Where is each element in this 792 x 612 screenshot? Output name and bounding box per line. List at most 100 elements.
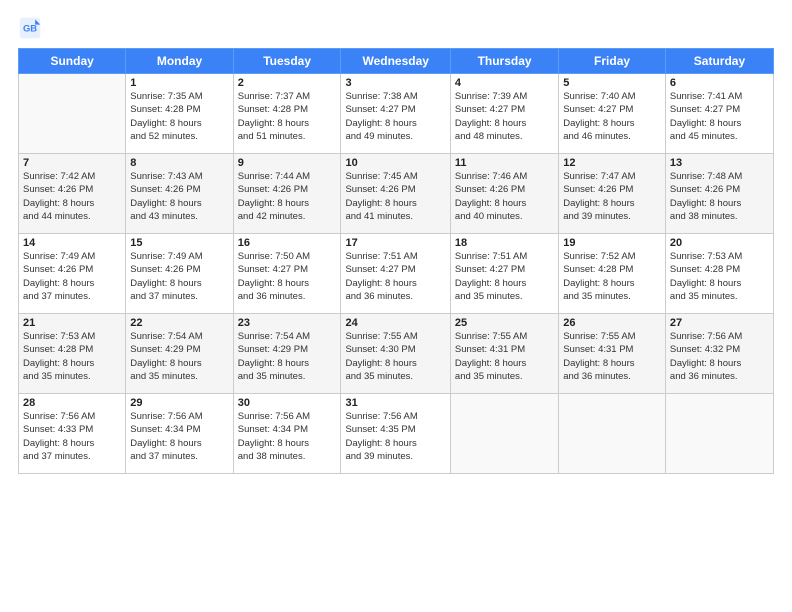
day-info: Sunrise: 7:54 AMSunset: 4:29 PMDaylight:… <box>238 330 337 383</box>
calendar-cell: 13Sunrise: 7:48 AMSunset: 4:26 PMDayligh… <box>665 154 773 234</box>
calendar-cell: 12Sunrise: 7:47 AMSunset: 4:26 PMDayligh… <box>559 154 666 234</box>
day-number: 4 <box>455 77 554 89</box>
calendar-cell: 23Sunrise: 7:54 AMSunset: 4:29 PMDayligh… <box>233 314 341 394</box>
calendar-cell <box>559 394 666 474</box>
day-number: 16 <box>238 237 337 249</box>
day-info: Sunrise: 7:46 AMSunset: 4:26 PMDaylight:… <box>455 170 554 223</box>
day-info: Sunrise: 7:55 AMSunset: 4:31 PMDaylight:… <box>563 330 661 383</box>
calendar-cell: 7Sunrise: 7:42 AMSunset: 4:26 PMDaylight… <box>19 154 126 234</box>
week-row-5: 28Sunrise: 7:56 AMSunset: 4:33 PMDayligh… <box>19 394 774 474</box>
day-number: 24 <box>345 317 445 329</box>
calendar-cell: 4Sunrise: 7:39 AMSunset: 4:27 PMDaylight… <box>450 74 558 154</box>
week-row-4: 21Sunrise: 7:53 AMSunset: 4:28 PMDayligh… <box>19 314 774 394</box>
calendar-cell: 29Sunrise: 7:56 AMSunset: 4:34 PMDayligh… <box>126 394 233 474</box>
calendar-cell: 5Sunrise: 7:40 AMSunset: 4:27 PMDaylight… <box>559 74 666 154</box>
calendar-cell: 22Sunrise: 7:54 AMSunset: 4:29 PMDayligh… <box>126 314 233 394</box>
day-info: Sunrise: 7:42 AMSunset: 4:26 PMDaylight:… <box>23 170 121 223</box>
day-number: 18 <box>455 237 554 249</box>
day-info: Sunrise: 7:44 AMSunset: 4:26 PMDaylight:… <box>238 170 337 223</box>
calendar-table: SundayMondayTuesdayWednesdayThursdayFrid… <box>18 48 774 474</box>
day-info: Sunrise: 7:51 AMSunset: 4:27 PMDaylight:… <box>455 250 554 303</box>
day-info: Sunrise: 7:39 AMSunset: 4:27 PMDaylight:… <box>455 90 554 143</box>
day-info: Sunrise: 7:35 AMSunset: 4:28 PMDaylight:… <box>130 90 228 143</box>
day-number: 23 <box>238 317 337 329</box>
day-number: 2 <box>238 77 337 89</box>
calendar-cell: 25Sunrise: 7:55 AMSunset: 4:31 PMDayligh… <box>450 314 558 394</box>
weekday-header-monday: Monday <box>126 49 233 74</box>
logo: GB <box>18 16 46 40</box>
calendar-page: GB SundayMondayTuesdayWednesdayThursdayF… <box>0 0 792 612</box>
calendar-cell: 8Sunrise: 7:43 AMSunset: 4:26 PMDaylight… <box>126 154 233 234</box>
day-number: 29 <box>130 397 228 409</box>
calendar-cell: 3Sunrise: 7:38 AMSunset: 4:27 PMDaylight… <box>341 74 450 154</box>
calendar-cell: 28Sunrise: 7:56 AMSunset: 4:33 PMDayligh… <box>19 394 126 474</box>
day-info: Sunrise: 7:56 AMSunset: 4:34 PMDaylight:… <box>238 410 337 463</box>
logo-icon: GB <box>18 16 42 40</box>
weekday-header-saturday: Saturday <box>665 49 773 74</box>
calendar-cell: 1Sunrise: 7:35 AMSunset: 4:28 PMDaylight… <box>126 74 233 154</box>
day-info: Sunrise: 7:38 AMSunset: 4:27 PMDaylight:… <box>345 90 445 143</box>
day-number: 10 <box>345 157 445 169</box>
calendar-cell: 15Sunrise: 7:49 AMSunset: 4:26 PMDayligh… <box>126 234 233 314</box>
day-info: Sunrise: 7:47 AMSunset: 4:26 PMDaylight:… <box>563 170 661 223</box>
day-number: 19 <box>563 237 661 249</box>
calendar-cell: 31Sunrise: 7:56 AMSunset: 4:35 PMDayligh… <box>341 394 450 474</box>
calendar-cell: 26Sunrise: 7:55 AMSunset: 4:31 PMDayligh… <box>559 314 666 394</box>
day-number: 3 <box>345 77 445 89</box>
calendar-cell: 19Sunrise: 7:52 AMSunset: 4:28 PMDayligh… <box>559 234 666 314</box>
day-number: 28 <box>23 397 121 409</box>
week-row-3: 14Sunrise: 7:49 AMSunset: 4:26 PMDayligh… <box>19 234 774 314</box>
calendar-cell: 18Sunrise: 7:51 AMSunset: 4:27 PMDayligh… <box>450 234 558 314</box>
day-info: Sunrise: 7:43 AMSunset: 4:26 PMDaylight:… <box>130 170 228 223</box>
day-number: 6 <box>670 77 769 89</box>
day-number: 31 <box>345 397 445 409</box>
day-info: Sunrise: 7:56 AMSunset: 4:32 PMDaylight:… <box>670 330 769 383</box>
week-row-1: 1Sunrise: 7:35 AMSunset: 4:28 PMDaylight… <box>19 74 774 154</box>
day-info: Sunrise: 7:45 AMSunset: 4:26 PMDaylight:… <box>345 170 445 223</box>
calendar-cell: 16Sunrise: 7:50 AMSunset: 4:27 PMDayligh… <box>233 234 341 314</box>
day-number: 30 <box>238 397 337 409</box>
calendar-cell: 27Sunrise: 7:56 AMSunset: 4:32 PMDayligh… <box>665 314 773 394</box>
day-info: Sunrise: 7:49 AMSunset: 4:26 PMDaylight:… <box>23 250 121 303</box>
day-info: Sunrise: 7:41 AMSunset: 4:27 PMDaylight:… <box>670 90 769 143</box>
day-info: Sunrise: 7:55 AMSunset: 4:30 PMDaylight:… <box>345 330 445 383</box>
calendar-cell: 6Sunrise: 7:41 AMSunset: 4:27 PMDaylight… <box>665 74 773 154</box>
day-number: 26 <box>563 317 661 329</box>
weekday-header-tuesday: Tuesday <box>233 49 341 74</box>
calendar-cell: 24Sunrise: 7:55 AMSunset: 4:30 PMDayligh… <box>341 314 450 394</box>
weekday-header-sunday: Sunday <box>19 49 126 74</box>
weekday-header-friday: Friday <box>559 49 666 74</box>
calendar-cell <box>19 74 126 154</box>
day-number: 25 <box>455 317 554 329</box>
day-info: Sunrise: 7:49 AMSunset: 4:26 PMDaylight:… <box>130 250 228 303</box>
calendar-cell: 30Sunrise: 7:56 AMSunset: 4:34 PMDayligh… <box>233 394 341 474</box>
calendar-cell: 11Sunrise: 7:46 AMSunset: 4:26 PMDayligh… <box>450 154 558 234</box>
day-info: Sunrise: 7:50 AMSunset: 4:27 PMDaylight:… <box>238 250 337 303</box>
calendar-cell: 14Sunrise: 7:49 AMSunset: 4:26 PMDayligh… <box>19 234 126 314</box>
day-number: 22 <box>130 317 228 329</box>
calendar-cell <box>665 394 773 474</box>
week-row-2: 7Sunrise: 7:42 AMSunset: 4:26 PMDaylight… <box>19 154 774 234</box>
day-number: 11 <box>455 157 554 169</box>
day-info: Sunrise: 7:52 AMSunset: 4:28 PMDaylight:… <box>563 250 661 303</box>
calendar-cell: 2Sunrise: 7:37 AMSunset: 4:28 PMDaylight… <box>233 74 341 154</box>
day-number: 1 <box>130 77 228 89</box>
day-info: Sunrise: 7:51 AMSunset: 4:27 PMDaylight:… <box>345 250 445 303</box>
day-number: 27 <box>670 317 769 329</box>
day-number: 8 <box>130 157 228 169</box>
calendar-cell: 9Sunrise: 7:44 AMSunset: 4:26 PMDaylight… <box>233 154 341 234</box>
day-info: Sunrise: 7:40 AMSunset: 4:27 PMDaylight:… <box>563 90 661 143</box>
calendar-cell: 10Sunrise: 7:45 AMSunset: 4:26 PMDayligh… <box>341 154 450 234</box>
day-info: Sunrise: 7:55 AMSunset: 4:31 PMDaylight:… <box>455 330 554 383</box>
weekday-header-wednesday: Wednesday <box>341 49 450 74</box>
day-number: 5 <box>563 77 661 89</box>
day-info: Sunrise: 7:53 AMSunset: 4:28 PMDaylight:… <box>23 330 121 383</box>
day-info: Sunrise: 7:37 AMSunset: 4:28 PMDaylight:… <box>238 90 337 143</box>
calendar-cell: 17Sunrise: 7:51 AMSunset: 4:27 PMDayligh… <box>341 234 450 314</box>
header: GB <box>18 16 774 40</box>
day-number: 7 <box>23 157 121 169</box>
weekday-header-thursday: Thursday <box>450 49 558 74</box>
day-info: Sunrise: 7:53 AMSunset: 4:28 PMDaylight:… <box>670 250 769 303</box>
day-info: Sunrise: 7:56 AMSunset: 4:35 PMDaylight:… <box>345 410 445 463</box>
day-number: 12 <box>563 157 661 169</box>
